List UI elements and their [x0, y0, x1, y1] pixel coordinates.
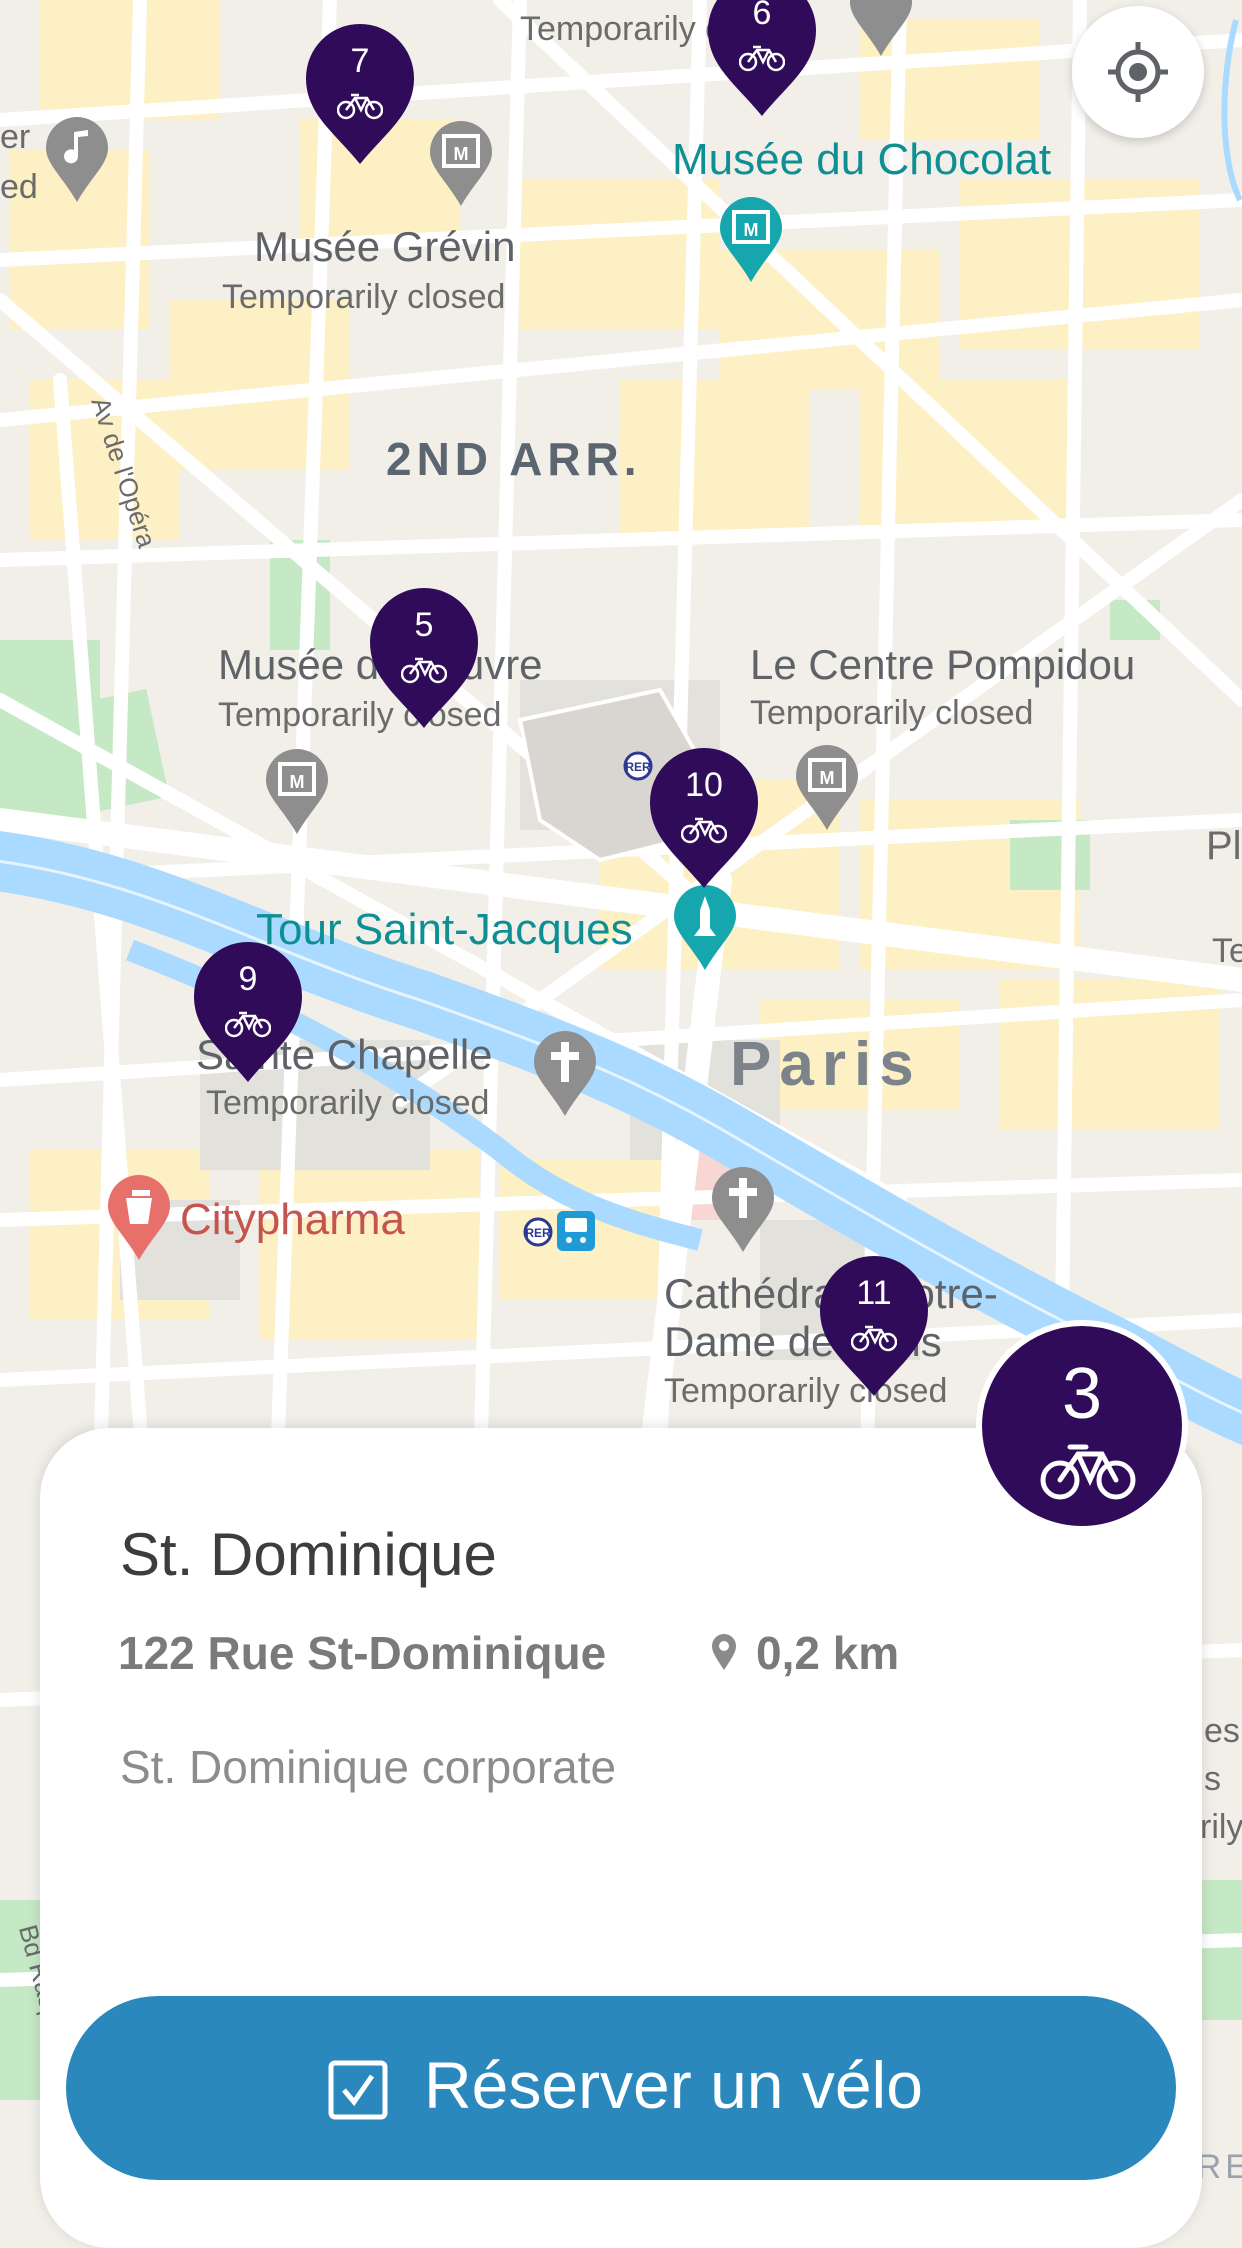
bike-station-marker[interactable]: 5	[368, 586, 480, 730]
bike-icon	[1040, 1444, 1136, 1500]
pharmacy-icon	[108, 1175, 170, 1260]
bike-icon	[337, 93, 383, 120]
svg-text:M: M	[744, 220, 759, 240]
svg-text:M: M	[290, 772, 305, 792]
district-label: 2ND ARR.	[386, 433, 642, 485]
bike-station-marker[interactable]: 7	[304, 22, 416, 166]
poi-musee-grevin-status: Temporarily closed	[222, 278, 506, 316]
poi-centre-pompidou[interactable]: Le Centre Pompidou	[750, 644, 1135, 686]
edge-fragment: ed	[0, 168, 38, 206]
bike-station-marker[interactable]: 10	[648, 746, 760, 890]
reserve-bike-label: Réserver un vélo	[424, 2048, 923, 2122]
bike-icon	[851, 1325, 897, 1352]
museum-icon: M	[796, 745, 858, 830]
museum-icon: M	[266, 749, 328, 834]
station-name: St. Dominique	[120, 1521, 497, 1588]
marker-count: 5	[414, 606, 434, 644]
bike-icon	[739, 45, 785, 72]
edge-fragment: er	[0, 118, 31, 156]
edge-fragment: Te	[1212, 932, 1242, 970]
station-address: 122 Rue St-Dominique	[118, 1627, 607, 1679]
museum-icon	[850, 0, 912, 56]
edge-fragment: s	[1204, 1760, 1221, 1798]
svg-text:M: M	[454, 144, 469, 164]
my-location-icon	[1108, 42, 1168, 102]
bike-icon	[681, 817, 727, 844]
bike-station-marker[interactable]: 9	[192, 940, 304, 1084]
poi-tour-saint-jacques[interactable]: Tour Saint-Jacques	[256, 908, 633, 952]
marker-count: 10	[685, 766, 723, 804]
bus-icon	[557, 1211, 595, 1251]
svg-text:RER: RER	[525, 1226, 551, 1240]
location-pin-icon	[712, 1634, 736, 1670]
checkbox-icon	[328, 2060, 388, 2120]
available-bikes-count: 3	[1061, 1354, 1103, 1434]
museum-icon: M	[430, 121, 492, 206]
bike-icon	[225, 1011, 271, 1038]
bike-icon	[401, 657, 447, 684]
marker-count: 11	[856, 1274, 892, 1312]
reserve-bike-button[interactable]: Réserver un vélo	[66, 1996, 1176, 2180]
cross-icon	[712, 1167, 774, 1252]
svg-text:M: M	[820, 768, 835, 788]
edge-fragment: es	[1204, 1712, 1240, 1750]
station-description: St. Dominique corporate	[120, 1741, 617, 1793]
edge-fragment: rily	[1200, 1808, 1242, 1846]
my-location-button[interactable]	[1072, 6, 1204, 138]
marker-count: 9	[238, 960, 258, 998]
station-distance-value: 0,2 km	[756, 1627, 900, 1679]
music-icon	[46, 117, 108, 202]
museum-icon: M	[720, 197, 782, 282]
city-label: Paris	[730, 1030, 922, 1099]
poi-citypharma[interactable]: Citypharma	[180, 1198, 405, 1242]
poi-musee-chocolat[interactable]: Musée du Chocolat	[672, 138, 1051, 182]
marker-count: 6	[752, 0, 772, 32]
marker-count: 7	[350, 42, 370, 80]
metro-icon: RER	[523, 1217, 553, 1247]
monument-icon	[674, 885, 736, 970]
poi-sainte-chapelle-status: Temporarily closed	[206, 1084, 490, 1122]
edge-fragment: Pl	[1206, 824, 1242, 868]
poi-centre-pompidou-status: Temporarily closed	[750, 694, 1034, 732]
available-bikes-badge: 3	[976, 1320, 1188, 1532]
poi-musee-grevin[interactable]: Musée Grévin	[254, 226, 515, 268]
cross-icon	[534, 1031, 596, 1116]
bike-station-marker[interactable]: 11	[818, 1254, 930, 1398]
bike-station-marker[interactable]: 6	[706, 0, 818, 118]
